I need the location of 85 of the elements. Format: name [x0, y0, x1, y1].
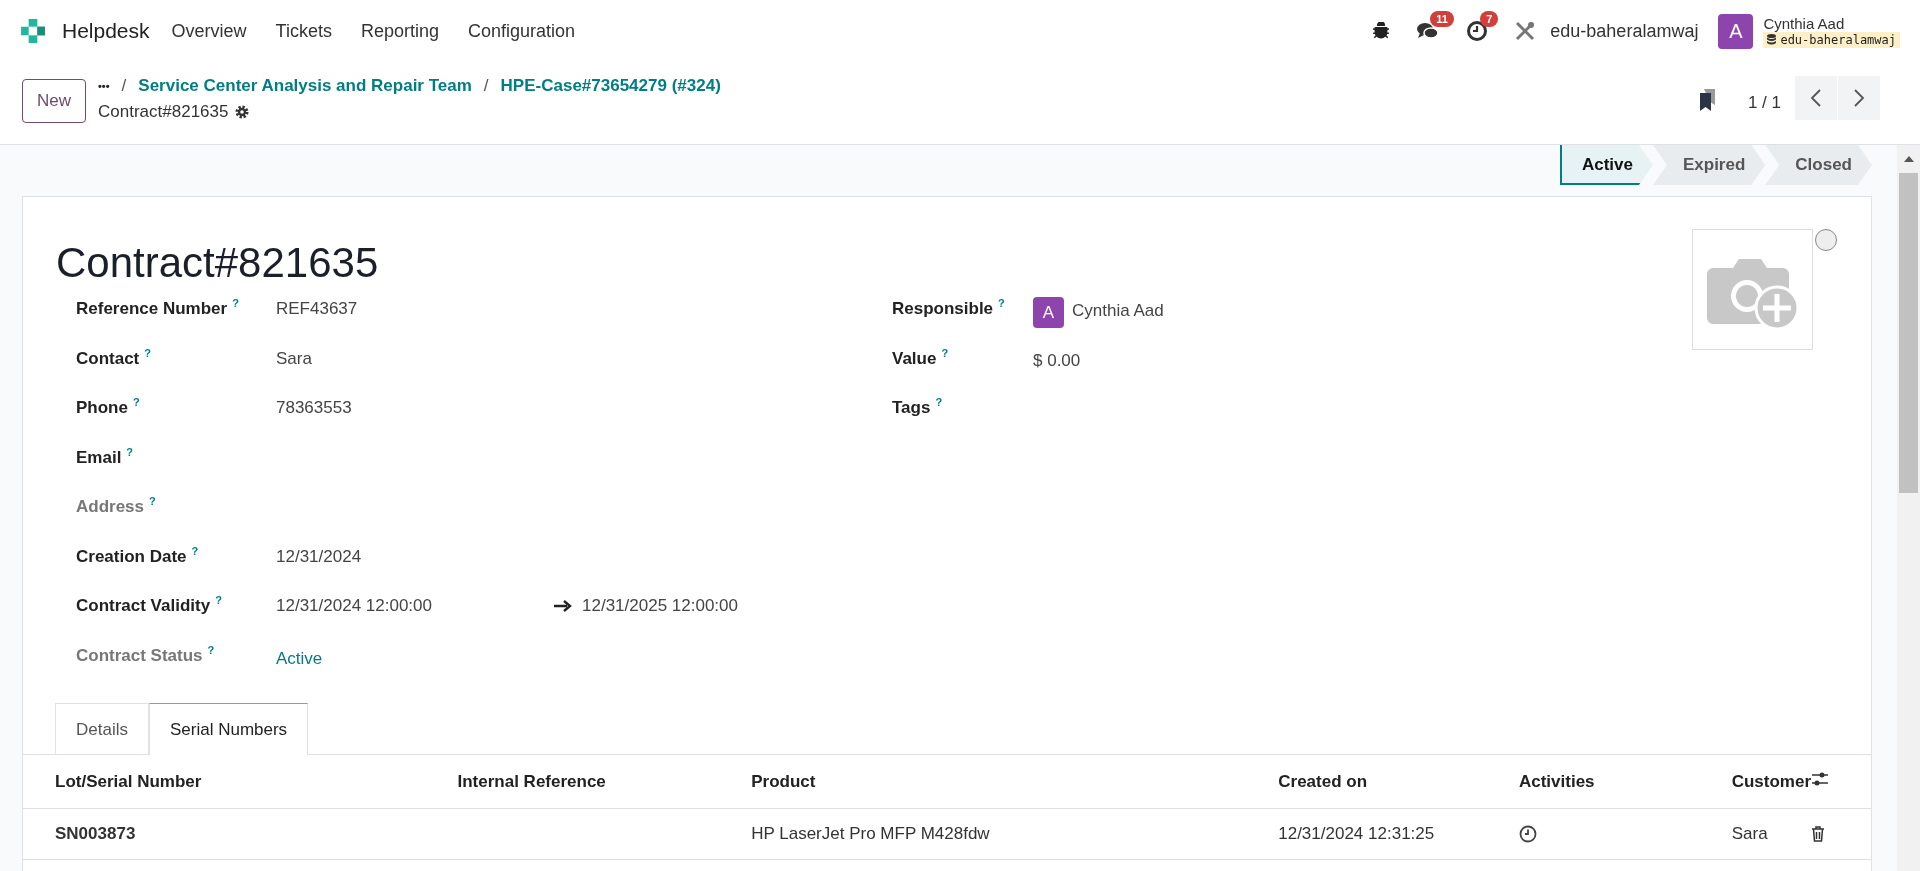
field-label: Value $^{?}$	[892, 346, 950, 369]
breadcrumb-separator: /	[121, 76, 127, 96]
field-label: Creation Date $^{?}$	[76, 544, 200, 567]
field-label: Phone $^{?}$	[76, 396, 141, 418]
database-tag-text: edu-baheralamwaj	[1780, 32, 1896, 47]
menu-item[interactable]: Reporting	[360, 20, 439, 42]
chevron-left-icon	[1810, 88, 1822, 108]
table-cell: Sara	[1699, 808, 1812, 860]
field-label: Email $^{?}$	[76, 445, 135, 468]
help-tooltip-icon[interactable]: ?	[935, 396, 943, 408]
tools-icon[interactable]	[1514, 20, 1537, 42]
pager-value[interactable]: 1 / 1	[1747, 93, 1781, 113]
field-label: Reference Number $^{?}$	[76, 297, 240, 319]
bug-icon[interactable]	[1372, 22, 1391, 40]
app-name[interactable]: Helpdesk	[62, 19, 150, 43]
column-settings-icon[interactable]	[1811, 771, 1830, 787]
scroll-up-icon[interactable]	[1902, 155, 1915, 163]
record-title: Contract#821635	[56, 239, 379, 287]
help-tooltip-icon[interactable]: ?	[132, 396, 140, 408]
field-label: Contract Status $^{?}$	[76, 643, 216, 666]
help-tooltip-icon[interactable]: ?	[126, 445, 134, 458]
field-value[interactable]: 12/31/2025 12:00:00	[582, 594, 738, 616]
gear-icon[interactable]	[234, 104, 251, 120]
clock-icon[interactable]	[1518, 825, 1537, 843]
field-label: Tags $^{?}$	[892, 396, 944, 418]
column-header[interactable]: Customer	[1699, 754, 1812, 809]
app-logo-icon[interactable]	[20, 18, 46, 44]
breadcrumb-link[interactable]: Service Center Analysis and Repair Team	[138, 76, 472, 96]
help-tooltip-icon[interactable]: ?	[232, 297, 239, 309]
arrow-right-icon	[554, 600, 572, 612]
table-cell: 12/31/2024 12:31:25	[1246, 808, 1487, 860]
field-value[interactable]: $ 0.00	[1033, 346, 1081, 371]
message-count-badge: 11	[1430, 11, 1454, 27]
field-value[interactable]: REF43637	[276, 297, 358, 319]
user-name[interactable]: Cynthia Aad	[1763, 14, 1845, 32]
activity-count-badge: 7	[1480, 11, 1499, 27]
next-button[interactable]	[1838, 76, 1880, 120]
field-value[interactable]: Sara	[276, 346, 312, 369]
field-label: Address $^{?}$	[76, 495, 157, 517]
column-header[interactable]: Product	[719, 754, 1247, 809]
scrollbar-thumb[interactable]	[1899, 173, 1918, 493]
column-header[interactable]: Activities	[1486, 754, 1700, 809]
field-label: Responsible $^{?}$	[892, 297, 1006, 319]
scrollbar[interactable]	[1897, 145, 1920, 871]
help-tooltip-icon[interactable]: ?	[207, 643, 215, 656]
table-cell: SN003873	[23, 808, 426, 860]
notebook-tab[interactable]: Serial Numbers	[148, 703, 309, 755]
status-stage-button[interactable]: Closed	[1765, 145, 1872, 185]
field-label: Contact $^{?}$	[76, 346, 152, 369]
help-tooltip-icon[interactable]: ?	[149, 495, 156, 507]
trash-icon[interactable]	[1811, 826, 1826, 842]
previous-button[interactable]	[1795, 76, 1837, 120]
more-breadcrumbs-button[interactable]: •••	[98, 80, 110, 92]
breadcrumb-separator: /	[483, 76, 489, 96]
column-header[interactable]: Lot/Serial Number	[23, 754, 426, 809]
status-stage-button[interactable]: Expired	[1652, 145, 1766, 185]
bookmarks-icon[interactable]	[1697, 88, 1718, 112]
priority-radio[interactable]	[1815, 229, 1837, 251]
database-name[interactable]: edu-baheralamwaj	[1550, 20, 1699, 42]
user-avatar: A	[1033, 297, 1064, 328]
field-value[interactable]: Cynthia Aad	[1072, 297, 1164, 321]
status-stage-button[interactable]: Active	[1559, 145, 1653, 185]
notebook-tab[interactable]: Details	[55, 703, 149, 755]
field-value[interactable]: 12/31/2024 12:00:00	[276, 594, 554, 616]
column-header[interactable]: Internal Reference	[425, 754, 720, 809]
menu-item[interactable]: Overview	[171, 20, 247, 42]
field-label: Contract Validity $^{?}$	[76, 594, 223, 616]
help-tooltip-icon[interactable]: ?	[191, 544, 199, 557]
help-tooltip-icon[interactable]: ?	[998, 297, 1005, 309]
help-tooltip-icon[interactable]: ?	[941, 346, 949, 359]
table-cell: HP LaserJet Pro MFP M428fdw	[719, 808, 1247, 860]
status-value: Active	[276, 647, 323, 669]
record-name: Contract#821635	[98, 102, 229, 122]
help-tooltip-icon[interactable]: ?	[215, 594, 222, 606]
menu-item[interactable]: Tickets	[275, 20, 332, 42]
new-button[interactable]: New	[22, 79, 86, 123]
menu-item[interactable]: Configuration	[467, 20, 576, 42]
field-value[interactable]: 78363553	[276, 396, 352, 418]
database-icon	[1767, 34, 1777, 45]
column-header[interactable]: Created on	[1246, 754, 1487, 809]
breadcrumb-link[interactable]: HPE-Case#73654279 (#324)	[500, 76, 721, 96]
help-tooltip-icon[interactable]: ?	[144, 346, 151, 359]
chevron-right-icon	[1853, 88, 1865, 108]
field-value[interactable]: 12/31/2024	[276, 544, 362, 567]
user-avatar[interactable]: A	[1718, 13, 1754, 49]
